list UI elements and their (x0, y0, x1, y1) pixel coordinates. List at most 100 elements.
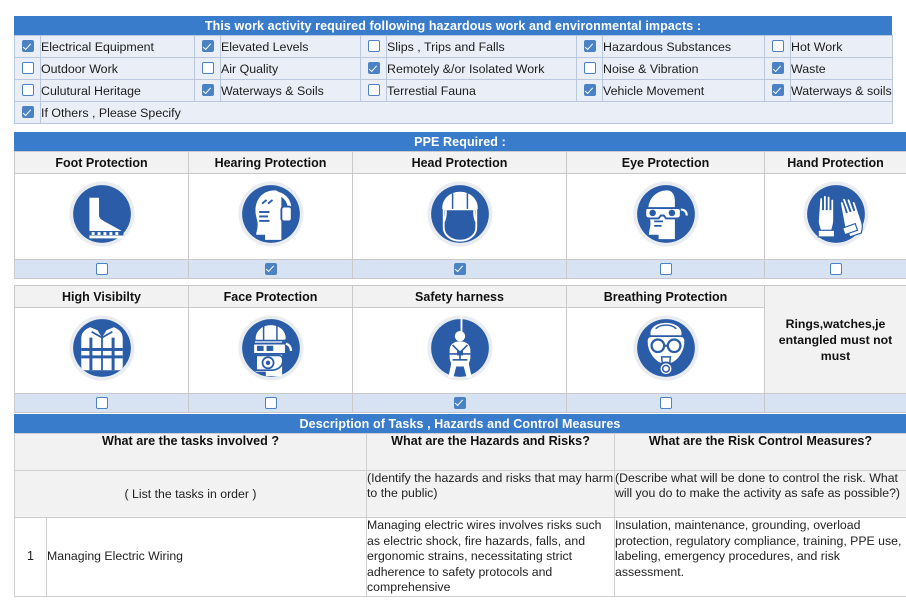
ppe-icon-cell-hand (764, 173, 906, 260)
respirator-mask-icon (629, 311, 703, 385)
checkbox-checked-icon[interactable] (583, 84, 596, 97)
hazard-label: Terrestial Fauna (386, 79, 577, 102)
ppe-note-line-1: Rings,watches,je (785, 316, 886, 331)
ppe-checkbox-cell-eye[interactable] (566, 259, 765, 279)
ppe-checkbox-cell-breathing[interactable] (566, 393, 765, 413)
hazard-checkbox-cell[interactable] (14, 35, 41, 58)
hazard-checkbox-cell[interactable] (360, 35, 387, 58)
checkbox-checked-icon[interactable] (201, 84, 214, 97)
hazard-checkbox-cell[interactable] (360, 79, 387, 102)
checkbox-checked-icon[interactable] (264, 262, 277, 275)
row-number: 1 (14, 517, 47, 597)
hazard-checkbox-cell[interactable] (194, 35, 221, 58)
ppe-icon-cell-face (188, 307, 353, 394)
ppe-table-row2: High Visibilty Face Protection Safety ha… (14, 285, 906, 413)
hazard-checkbox-cell[interactable] (764, 35, 791, 58)
hazard-checkbox-cell[interactable] (764, 79, 791, 102)
work-permit-form-page: This work activity required following ha… (0, 0, 906, 600)
description-subheader-row: ( List the tasks in order ) (Identify th… (13, 470, 906, 518)
checkbox-unchecked-icon[interactable] (771, 40, 784, 53)
checkbox-checked-icon[interactable] (21, 40, 34, 53)
ppe-icon-cell-hearing (188, 173, 353, 260)
ppe-label-eye: Eye Protection (566, 151, 765, 174)
hazard-checkbox-cell[interactable] (194, 79, 221, 102)
subheader-tasks: ( List the tasks in order ) (13, 470, 368, 518)
table-row: Outdoor Work Air Quality Remotely &/or I… (14, 57, 893, 80)
ppe-checkbox-cell-hand[interactable] (764, 259, 906, 279)
hazard-label: Waterways & Soils (220, 79, 361, 102)
ppe-checkbox-cell-head[interactable] (352, 259, 567, 279)
ppe-label-harness: Safety harness (352, 285, 567, 308)
checkbox-unchecked-icon[interactable] (95, 396, 108, 409)
hard-hat-icon (423, 177, 497, 251)
checkbox-checked-icon[interactable] (771, 62, 784, 75)
hazards-panel: This work activity required following ha… (14, 16, 893, 124)
checkbox-checked-icon[interactable] (367, 62, 380, 75)
safety-boot-icon (65, 177, 139, 251)
ppe-check-row (14, 393, 906, 413)
ppe-panel: PPE Required : Foot Protection Hearing P… (14, 132, 906, 413)
hazards-cell[interactable]: Managing electric wires involves risks s… (366, 517, 616, 597)
ppe-checkbox-cell-harness[interactable] (352, 393, 567, 413)
ppe-jewellery-note: Rings,watches,je entangled must not must (764, 285, 906, 394)
ppe-note-blank-cell (764, 393, 906, 413)
ppe-header-row: Foot Protection Hearing Protection Head … (14, 151, 906, 174)
checkbox-checked-icon[interactable] (453, 262, 466, 275)
hazards-title: This work activity required following ha… (14, 16, 892, 35)
controls-cell[interactable]: Insulation, maintenance, grounding, over… (614, 517, 906, 597)
ear-protection-icon (234, 177, 308, 251)
checkbox-unchecked-icon[interactable] (367, 84, 380, 97)
checkbox-unchecked-icon[interactable] (659, 262, 672, 275)
checkbox-unchecked-icon[interactable] (21, 84, 34, 97)
hazard-label: Air Quality (220, 57, 361, 80)
hazard-checkbox-cell[interactable] (576, 79, 603, 102)
ppe-note-line-3: must (820, 348, 851, 363)
ppe-label-foot: Foot Protection (14, 151, 189, 174)
ppe-checkbox-cell-hearing[interactable] (188, 259, 353, 279)
hazard-checkbox-cell[interactable] (14, 79, 41, 102)
hazard-checkbox-cell[interactable] (576, 57, 603, 80)
hazard-checkbox-cell[interactable] (194, 57, 221, 80)
ppe-checkbox-cell-foot[interactable] (14, 259, 189, 279)
hazard-label: Noise & Vibration (602, 57, 765, 80)
column-header-controls: What are the Risk Control Measures? (614, 433, 906, 471)
hazard-label: Electrical Equipment (40, 35, 195, 58)
description-table: What are the tasks involved ? What are t… (13, 433, 906, 597)
checkbox-checked-icon[interactable] (771, 84, 784, 97)
checkbox-checked-icon[interactable] (21, 106, 34, 119)
task-cell[interactable]: Managing Electric Wiring (45, 517, 368, 597)
checkbox-checked-icon[interactable] (583, 40, 596, 53)
hazard-checkbox-cell[interactable] (576, 35, 603, 58)
hazard-label: Hot Work (790, 35, 893, 58)
ppe-note-line-2: entangled must not (778, 332, 893, 347)
hazard-label: Culutural Heritage (40, 79, 195, 102)
hazard-checkbox-cell[interactable] (764, 57, 791, 80)
column-header-hazards: What are the Hazards and Risks? (366, 433, 616, 471)
checkbox-unchecked-icon[interactable] (264, 396, 277, 409)
hazard-label: Hazardous Substances (602, 35, 765, 58)
subheader-hazards: (Identify the hazards and risks that may… (366, 470, 616, 518)
other-checkbox-cell[interactable] (14, 101, 41, 124)
checkbox-checked-icon[interactable] (201, 40, 214, 53)
checkbox-checked-icon[interactable] (453, 396, 466, 409)
checkbox-unchecked-icon[interactable] (367, 40, 380, 53)
checkbox-unchecked-icon[interactable] (201, 62, 214, 75)
hazard-checkbox-cell[interactable] (14, 57, 41, 80)
checkbox-unchecked-icon[interactable] (659, 396, 672, 409)
ppe-checkbox-cell-hivis[interactable] (14, 393, 189, 413)
hazard-label: Waterways & soils (790, 79, 893, 102)
subheader-controls: (Describe what will be done to control t… (614, 470, 906, 518)
table-row: Culutural Heritage Waterways & Soils Ter… (14, 79, 893, 102)
checkbox-unchecked-icon[interactable] (95, 262, 108, 275)
checkbox-unchecked-icon[interactable] (21, 62, 34, 75)
ppe-label-hearing: Hearing Protection (188, 151, 353, 174)
ppe-icon-cell-head (352, 173, 567, 260)
ppe-checkbox-cell-face[interactable] (188, 393, 353, 413)
checkbox-unchecked-icon[interactable] (583, 62, 596, 75)
ppe-label-hand: Hand Protection (764, 151, 906, 174)
ppe-label-breathing: Breathing Protection (566, 285, 765, 308)
checkbox-unchecked-icon[interactable] (829, 262, 842, 275)
ppe-icon-row (14, 173, 906, 260)
hazard-checkbox-cell[interactable] (360, 57, 387, 80)
hazard-label: Elevated Levels (220, 35, 361, 58)
